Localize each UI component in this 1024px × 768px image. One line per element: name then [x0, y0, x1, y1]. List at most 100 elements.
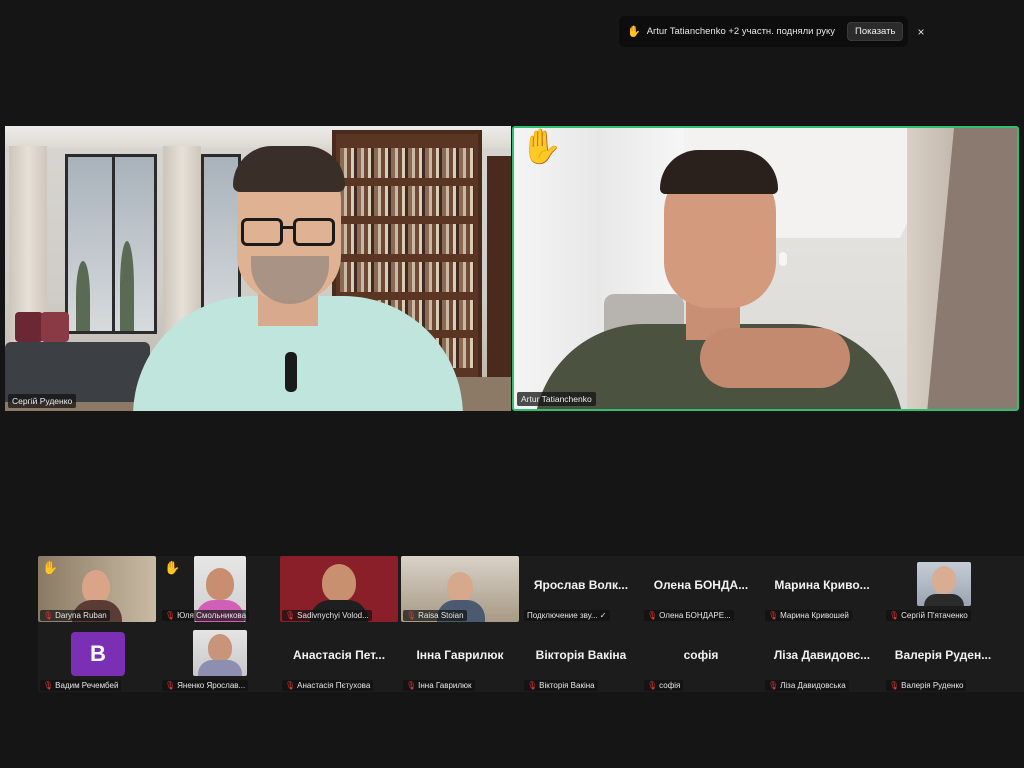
- video-tile-main-right[interactable]: ✋ Artur Tatianchenko: [512, 126, 1019, 411]
- cushion: [15, 312, 43, 342]
- muted-mic-icon: 🎙: [527, 681, 538, 690]
- participant-tile[interactable]: 🎙 Sadivnychyi Volod...: [280, 556, 398, 622]
- muted-mic-icon: 🎙: [768, 681, 779, 690]
- participant-name: 🎙 Марина Кривошей: [765, 610, 852, 621]
- participant-name: 🎙 Ліза Давидовська: [765, 680, 849, 691]
- participant-label: Ліза Давидовська: [780, 681, 846, 690]
- muted-mic-icon: 🎙: [43, 611, 54, 620]
- muted-mic-icon: 🎙: [285, 681, 296, 690]
- raised-hand-icon: ✋: [520, 128, 563, 166]
- muted-mic-icon: 🎙: [165, 681, 176, 690]
- participant-label: Марина Кривошей: [780, 611, 849, 620]
- participant-name: 🎙 Вадим Речембей: [40, 680, 122, 691]
- participant-name: 🎙 Sadivnychyi Volod...: [282, 610, 372, 621]
- participant-display-name: Ярослав Волк...: [533, 578, 629, 592]
- participant-name: 🎙 Інна Гаврилюк: [403, 680, 475, 691]
- participant-label: Інна Гаврилюк: [418, 681, 472, 690]
- participant-name-tag: Artur Tatianchenko: [517, 392, 596, 406]
- muted-mic-icon: 🎙: [285, 611, 296, 620]
- participant-name: 🎙 Raisa Stoian: [403, 610, 467, 621]
- participant-tile[interactable]: Вікторія Вакіна 🎙 Вікторія Вакіна: [522, 626, 640, 692]
- person-hair: [233, 146, 345, 192]
- participant-name: 🎙 софія: [644, 680, 684, 691]
- participant-display-name: Валерія Руден...: [894, 648, 992, 662]
- participant-name-tag: Сергій Руденко: [8, 394, 77, 408]
- raised-hand-icon: ✋: [627, 26, 641, 38]
- raised-hand-icon: ✋: [164, 560, 181, 575]
- glasses-bridge: [281, 226, 293, 229]
- participant-tile[interactable]: B 🎙 Вадим Речембей: [38, 626, 156, 692]
- window: [65, 154, 157, 334]
- participant-label: софія: [659, 681, 681, 690]
- participant-tile[interactable]: Марина Криво... 🎙 Марина Кривошей: [763, 556, 881, 622]
- participant-display-name: Марина Криво...: [774, 578, 870, 592]
- muted-mic-icon: 🎙: [406, 611, 417, 620]
- glasses: [241, 218, 283, 246]
- participant-tile[interactable]: 🎙 Яненко Ярослав...: [160, 626, 278, 692]
- sofa: [5, 342, 150, 402]
- notification-text: Artur Tatianchenko +2 участн. подняли ру…: [646, 26, 836, 37]
- lapel-mic: [285, 352, 297, 392]
- participant-display-name: Анастасія Пет...: [292, 648, 386, 662]
- participant-label: Daryna Ruban: [55, 611, 107, 620]
- participant-name: 🎙 Олена БОНДАРЕ...: [644, 610, 734, 621]
- glasses: [293, 218, 335, 246]
- participant-tile[interactable]: Олена БОНДА... 🎙 Олена БОНДАРЕ...: [642, 556, 760, 622]
- close-icon[interactable]: ×: [917, 25, 924, 39]
- participant-label: Вікторія Вакіна: [539, 681, 595, 690]
- cushion: [41, 312, 69, 342]
- participant-tile[interactable]: Інна Гаврилюк 🎙 Інна Гаврилюк: [401, 626, 519, 692]
- person-hand: [700, 328, 850, 388]
- participant-tile[interactable]: ✋ 🎙 Daryna Ruban: [38, 556, 156, 622]
- person-hair: [660, 150, 778, 194]
- muted-mic-icon: 🎙: [768, 611, 779, 620]
- body: [924, 594, 964, 606]
- participant-label: Юля Смольникова: [177, 611, 247, 620]
- muted-mic-icon: 🎙: [647, 611, 658, 620]
- muted-mic-icon: 🎙: [165, 611, 176, 620]
- participant-display-name: Ліза Давидовс...: [773, 648, 871, 662]
- participant-label: Вадим Речембей: [55, 681, 119, 690]
- face: [447, 572, 473, 602]
- participant-tile[interactable]: 🎙 Raisa Stoian: [401, 556, 519, 622]
- participant-name: 🎙 Вікторія Вакіна: [524, 680, 598, 691]
- face: [932, 566, 956, 594]
- participant-tile[interactable]: Анастасія Пет... 🎙 Анастасія Пєтухова: [280, 626, 398, 692]
- participant-tile[interactable]: 🎙 Сергій П'ятаченко: [884, 556, 1002, 622]
- muted-mic-icon: 🎙: [889, 611, 900, 620]
- participant-tile[interactable]: софія 🎙 софія: [642, 626, 760, 692]
- raised-hand-notification: ✋ Artur Tatianchenko +2 участн. подняли …: [619, 16, 924, 47]
- participant-name: 🎙 Сергій П'ятаченко: [886, 610, 971, 621]
- participant-name: 🎙 Анастасія Пєтухова: [282, 680, 374, 691]
- participant-name: Подключение зву... ✓: [524, 610, 610, 621]
- participant-tile[interactable]: Ліза Давидовс... 🎙 Ліза Давидовська: [763, 626, 881, 692]
- video-tile-main-left[interactable]: Сергій Руденко: [5, 126, 511, 411]
- participants-strip: ✋ 🎙 Daryna Ruban ✋ 🎙 Юля Смольникова 🎙 Sadi…: [38, 556, 1024, 692]
- muted-mic-icon: 🎙: [647, 681, 658, 690]
- participant-tile[interactable]: Валерія Руден... 🎙 Валерія Руденко: [884, 626, 1002, 692]
- face: [206, 568, 234, 600]
- participant-name: 🎙 Валерія Руденко: [886, 680, 967, 691]
- participant-label: Подключение зву...: [527, 611, 598, 620]
- face: [208, 634, 232, 662]
- participant-tile[interactable]: ✋ 🎙 Юля Смольникова: [160, 556, 278, 622]
- body: [198, 660, 242, 676]
- participant-label: Сергій П'ятаченко: [901, 611, 968, 620]
- participant-label: Анастасія Пєтухова: [297, 681, 371, 690]
- muted-mic-icon: 🎙: [43, 681, 54, 690]
- participant-display-name: Інна Гаврилюк: [416, 648, 504, 662]
- participant-label: Sadivnychyi Volod...: [297, 611, 369, 620]
- earbud: [779, 252, 787, 266]
- participant-display-name: Вікторія Вакіна: [535, 648, 627, 662]
- avatar: B: [71, 632, 125, 676]
- show-raised-hands-button[interactable]: Показать: [847, 22, 904, 41]
- participant-label: Яненко Ярослав...: [177, 681, 246, 690]
- participant-label: Валерія Руденко: [901, 681, 964, 690]
- participant-name: 🎙 Юля Смольникова: [162, 610, 250, 621]
- raised-hand-icon: ✋: [42, 560, 59, 575]
- face: [322, 564, 356, 602]
- muted-mic-icon: 🎙: [406, 681, 417, 690]
- participant-label: Олена БОНДАРЕ...: [659, 611, 731, 620]
- participant-name: 🎙 Яненко Ярослав...: [162, 680, 249, 691]
- participant-tile[interactable]: Ярослав Волк... Подключение зву... ✓: [522, 556, 640, 622]
